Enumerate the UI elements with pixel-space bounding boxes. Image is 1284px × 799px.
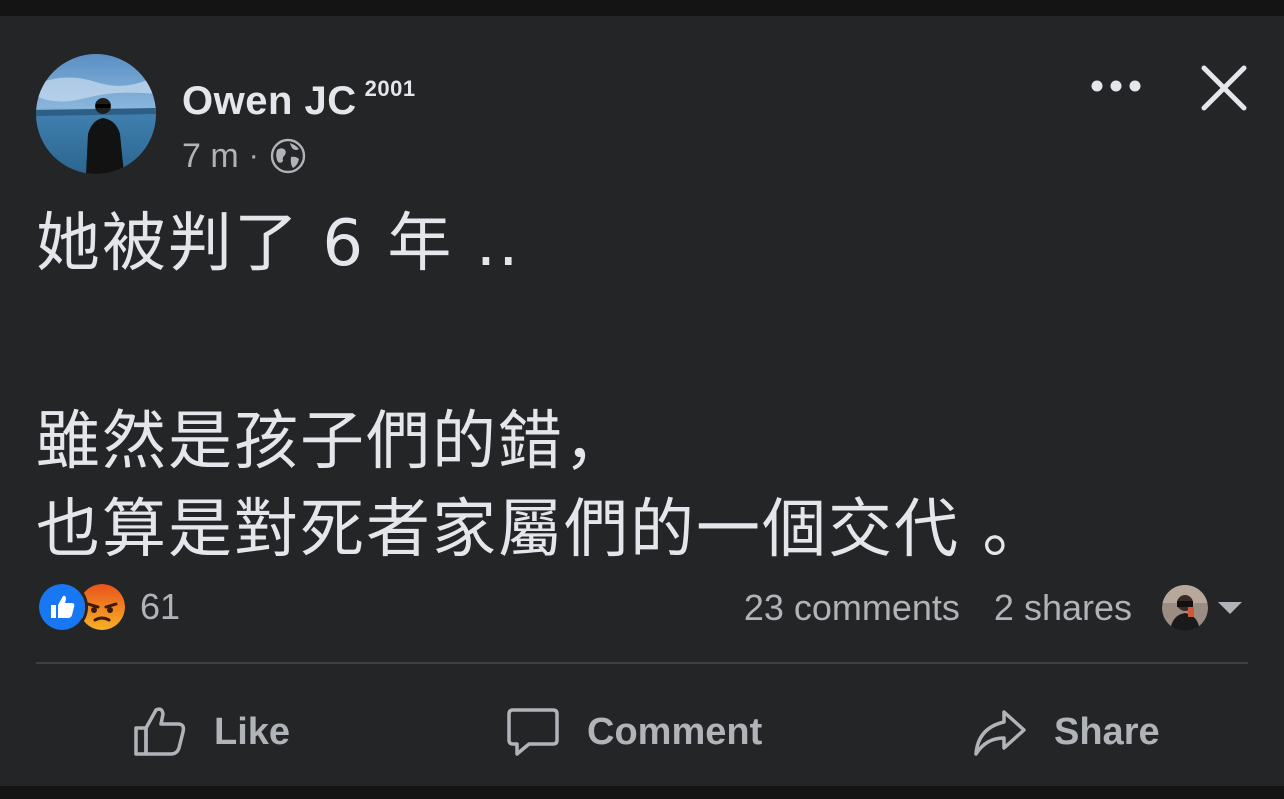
post-body-line: 也算是對死者家屬們的一個交代 。 xyxy=(36,493,1049,567)
more-options-button[interactable] xyxy=(1084,66,1148,106)
bottom-bar xyxy=(0,786,1284,799)
post-body-line: 她被判了 6 年 .. xyxy=(36,207,521,281)
chevron-down-icon[interactable] xyxy=(1216,600,1244,616)
share-button[interactable]: Share xyxy=(972,704,1160,760)
top-bar xyxy=(0,0,1284,16)
divider xyxy=(36,662,1248,664)
close-button[interactable] xyxy=(1196,60,1252,116)
viewer-avatar-icon[interactable] xyxy=(1162,585,1208,631)
post-time[interactable]: 7 m xyxy=(182,137,239,176)
reaction-count: 61 xyxy=(140,586,181,627)
comment-icon xyxy=(507,708,559,756)
close-icon xyxy=(1201,65,1247,111)
post-body: 她被判了 6 年 .. 雖然是孩子們的錯， 也算是對死者家屬們的一個交代 。 xyxy=(36,200,1236,574)
engagement-stats: 23 comments 2 shares xyxy=(744,584,1244,632)
share-label: Share xyxy=(1054,710,1160,753)
like-label: Like xyxy=(214,710,291,753)
more-options-icon xyxy=(1091,80,1141,92)
post-body-blank-line xyxy=(36,288,1236,398)
globe-icon xyxy=(270,138,305,174)
meta-separator: · xyxy=(248,139,259,172)
share-icon xyxy=(974,710,1026,756)
author-badge: 2001 xyxy=(364,76,416,101)
author-name-text[interactable]: Owen JC xyxy=(182,79,357,123)
shares-count[interactable]: 2 shares xyxy=(994,587,1132,629)
reactions-summary[interactable]: 61 xyxy=(36,581,181,633)
like-reaction-icon xyxy=(36,581,88,633)
comment-button[interactable]: Comment xyxy=(505,704,762,760)
author-name[interactable]: Owen JC 2001 xyxy=(182,76,416,124)
post-meta: 7 m · xyxy=(182,136,307,176)
post-card: Owen JC 2001 7 m · 她被判了 6 年 .. 雖然是孩子們的錯， … xyxy=(0,16,1284,786)
like-button[interactable]: Like xyxy=(132,704,290,760)
comment-label: Comment xyxy=(587,710,763,753)
like-icon xyxy=(134,707,186,756)
post-body-line: 雖然是孩子們的錯， xyxy=(36,405,630,479)
comments-count[interactable]: 23 comments xyxy=(744,587,960,629)
author-avatar[interactable] xyxy=(36,54,156,174)
